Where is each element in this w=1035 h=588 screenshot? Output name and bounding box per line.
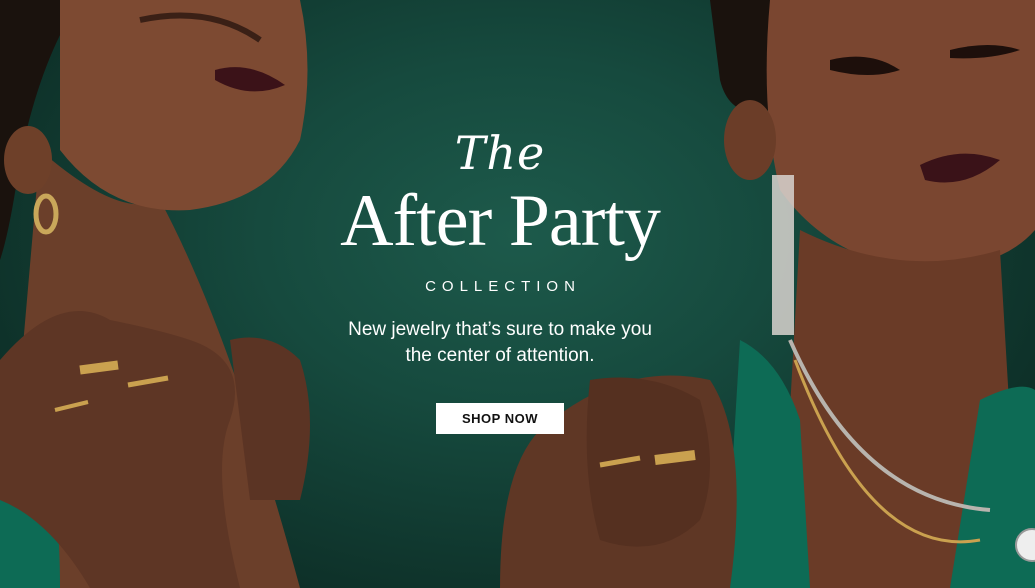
shop-now-button[interactable]: SHOP NOW bbox=[436, 403, 564, 434]
collection-subtitle: COLLECTION bbox=[425, 278, 581, 295]
hero-title: After Party bbox=[340, 180, 661, 262]
hero-copy: The After Party COLLECTION New jewelry t… bbox=[300, 130, 700, 434]
hero-description: New jewelry that’s sure to make you the … bbox=[348, 319, 652, 366]
hero-banner: The After Party COLLECTION New jewelry t… bbox=[0, 0, 1035, 588]
title-prefix: The bbox=[454, 126, 546, 180]
